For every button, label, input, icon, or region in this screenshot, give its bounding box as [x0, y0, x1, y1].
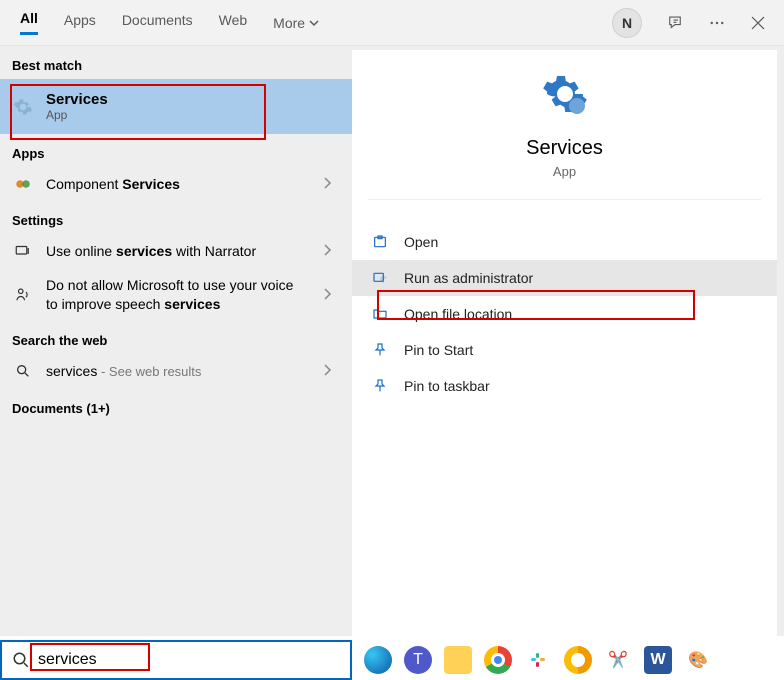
chevron-right-icon [322, 176, 340, 192]
preview-card: Services App Open Run as administrator O… [352, 50, 777, 636]
section-web: Search the web [0, 321, 352, 354]
result-services-app[interactable]: Services App [0, 79, 352, 134]
action-open[interactable]: Open [352, 224, 777, 260]
result-subtitle: App [46, 108, 108, 122]
action-run-as-admin[interactable]: Run as administrator [352, 260, 777, 296]
close-icon[interactable] [750, 15, 766, 31]
result-label: services - See web results [46, 362, 201, 381]
open-icon [372, 234, 390, 250]
tab-more[interactable]: More [273, 15, 319, 31]
action-label: Open [404, 234, 438, 250]
section-apps: Apps [0, 134, 352, 167]
search-icon [12, 651, 30, 669]
section-documents: Documents (1+) [0, 389, 352, 422]
action-pin-taskbar[interactable]: Pin to taskbar [352, 368, 777, 404]
pin-icon [372, 378, 390, 394]
preview-header: Services App [352, 70, 777, 199]
top-actions: N [612, 8, 774, 38]
teams-icon[interactable]: T [404, 646, 432, 674]
taskbar-tray: T ✂️ W 🎨 [352, 646, 712, 674]
tab-apps[interactable]: Apps [64, 12, 96, 34]
chevron-down-icon [309, 18, 319, 28]
action-open-location[interactable]: Open file location [352, 296, 777, 332]
filter-tabs: All Apps Documents Web More [20, 10, 612, 35]
edge-icon[interactable] [364, 646, 392, 674]
result-web-services[interactable]: services - See web results [0, 354, 352, 389]
main-content: Best match Services App Apps Component S… [0, 46, 784, 636]
result-speech-services[interactable]: Do not allow Microsoft to use your voice… [0, 268, 352, 320]
result-label: Component Services [46, 175, 180, 193]
tab-web[interactable]: Web [219, 12, 248, 34]
result-title: Services [46, 91, 108, 108]
chevron-right-icon [322, 243, 340, 259]
snip-icon[interactable]: ✂️ [604, 646, 632, 674]
gear-icon [12, 97, 34, 117]
tab-documents[interactable]: Documents [122, 12, 193, 34]
paint-icon[interactable]: 🎨 [684, 646, 712, 674]
folder-icon [372, 306, 390, 322]
more-options-icon[interactable] [708, 14, 726, 32]
result-narrator-services[interactable]: Use online services with Narrator [0, 234, 352, 268]
chrome-icon[interactable] [484, 646, 512, 674]
section-best-match: Best match [0, 46, 352, 79]
chevron-right-icon [322, 287, 340, 303]
action-label: Pin to Start [404, 342, 473, 358]
services-app-icon [541, 70, 589, 121]
search-input[interactable] [36, 650, 344, 670]
explorer-icon[interactable] [444, 646, 472, 674]
taskbar: T ✂️ W 🎨 [0, 640, 784, 680]
preview-title: Services [526, 137, 603, 160]
feedback-icon[interactable] [666, 14, 684, 32]
slack-icon[interactable] [524, 646, 552, 674]
preview-subtitle: App [553, 164, 576, 179]
pin-icon [372, 342, 390, 358]
filter-bar: All Apps Documents Web More N [0, 0, 784, 46]
speech-icon [12, 286, 34, 304]
search-box[interactable] [0, 640, 352, 680]
component-services-icon [12, 175, 34, 193]
admin-shield-icon [372, 270, 390, 286]
narrator-icon [12, 242, 34, 260]
tab-all[interactable]: All [20, 10, 38, 35]
action-label: Open file location [404, 306, 512, 322]
result-text: Services App [46, 91, 108, 122]
tab-more-label: More [273, 15, 305, 31]
action-pin-start[interactable]: Pin to Start [352, 332, 777, 368]
avatar[interactable]: N [612, 8, 642, 38]
action-label: Run as administrator [404, 270, 533, 286]
chevron-right-icon [322, 363, 340, 379]
action-label: Pin to taskbar [404, 378, 490, 394]
actions-list: Open Run as administrator Open file loca… [352, 224, 777, 404]
preview-pane: Services App Open Run as administrator O… [352, 46, 784, 636]
search-icon [12, 363, 34, 379]
chrome-canary-icon[interactable] [564, 646, 592, 674]
word-icon[interactable]: W [644, 646, 672, 674]
result-component-services[interactable]: Component Services [0, 167, 352, 201]
results-pane: Best match Services App Apps Component S… [0, 46, 352, 636]
result-label: Do not allow Microsoft to use your voice… [46, 276, 296, 312]
result-label: Use online services with Narrator [46, 242, 256, 260]
section-settings: Settings [0, 201, 352, 234]
